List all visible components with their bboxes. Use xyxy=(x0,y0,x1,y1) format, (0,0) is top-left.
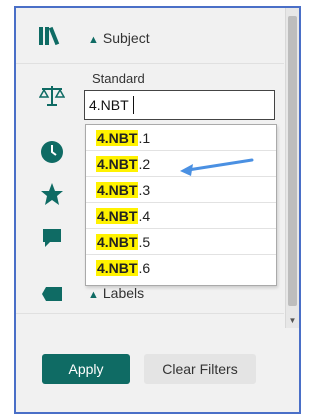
suggestion-option[interactable]: 4.NBT.1 xyxy=(86,125,276,151)
annotation-arrow-icon xyxy=(180,158,254,176)
triangle-up-icon: ▲ xyxy=(88,289,99,301)
suggestion-option[interactable]: 4.NBT.5 xyxy=(86,229,276,255)
match-highlight: 4.NBT xyxy=(96,260,139,276)
match-highlight: 4.NBT xyxy=(96,130,139,146)
option-suffix: .4 xyxy=(138,208,151,224)
option-suffix: .2 xyxy=(138,156,151,172)
option-suffix: .6 xyxy=(138,260,151,276)
match-highlight: 4.NBT xyxy=(96,234,139,250)
scale-icon xyxy=(38,82,66,110)
books-icon xyxy=(38,22,66,50)
filter-row-subject[interactable]: ▲ Subject xyxy=(16,8,284,64)
subject-toggle[interactable]: ▲ Subject xyxy=(88,30,150,46)
scroll-down-arrow-icon[interactable]: ▼ xyxy=(288,316,297,326)
option-suffix: .5 xyxy=(138,234,151,250)
triangle-up-icon: ▲ xyxy=(88,34,99,46)
suggestion-option[interactable]: 4.NBT.6 xyxy=(86,255,276,281)
suggestion-option[interactable]: 4.NBT.4 xyxy=(86,203,276,229)
match-highlight: 4.NBT xyxy=(96,156,139,172)
text-caret xyxy=(133,96,134,114)
match-highlight: 4.NBT xyxy=(96,208,139,224)
labels-toggle[interactable]: ▲ Labels xyxy=(88,285,144,301)
labels-label: Labels xyxy=(102,285,145,301)
standard-label: Standard xyxy=(92,71,145,86)
filter-panel-frame: ▲ Subject Standard 4.NBT ▲ Labels 4.NBT.… xyxy=(14,6,301,414)
tag-icon xyxy=(38,280,66,308)
comment-icon xyxy=(38,224,66,252)
filter-list: ▲ Subject Standard 4.NBT ▲ Labels 4.NBT.… xyxy=(16,8,284,328)
star-icon xyxy=(38,180,66,208)
scroll-thumb[interactable] xyxy=(288,16,297,306)
clear-filters-button[interactable]: Clear Filters xyxy=(144,354,256,384)
vertical-scrollbar[interactable]: ▼ xyxy=(285,8,299,328)
option-suffix: .1 xyxy=(138,130,151,146)
subject-label: Subject xyxy=(102,30,150,46)
clock-icon xyxy=(38,138,66,166)
standard-search-input[interactable] xyxy=(84,90,275,120)
option-suffix: .3 xyxy=(138,182,151,198)
apply-button[interactable]: Apply xyxy=(42,354,130,384)
standard-suggestions-dropdown: 4.NBT.1 4.NBT.2 4.NBT.3 4.NBT.4 4.NBT.5 … xyxy=(85,124,277,286)
match-highlight: 4.NBT xyxy=(96,182,139,198)
